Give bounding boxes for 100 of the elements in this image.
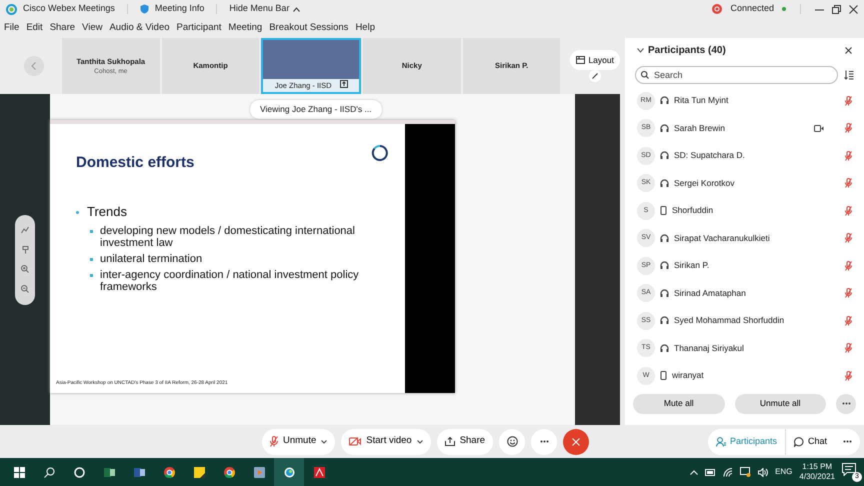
more-button[interactable] xyxy=(836,394,856,414)
start-video-button[interactable]: Start video xyxy=(341,428,431,454)
close-icon xyxy=(572,438,580,446)
annotate-icon[interactable] xyxy=(21,226,29,234)
clock-time[interactable]: 1:15 PM xyxy=(802,462,832,472)
network-icon[interactable] xyxy=(740,467,752,477)
close-icon[interactable] xyxy=(849,4,858,14)
pdf-app-icon xyxy=(314,466,324,478)
meeting-app-icon xyxy=(284,466,294,478)
mic-off-icon[interactable] xyxy=(845,178,852,188)
mic-off-icon[interactable] xyxy=(845,233,852,244)
unmute-button[interactable]: Unmute xyxy=(262,428,336,454)
participant-name: Sirapat Vacharanukulkieti xyxy=(674,232,771,245)
panel-button[interactable]: Unmute all xyxy=(734,394,826,414)
bullet-icon xyxy=(76,210,79,214)
document-app-icon xyxy=(134,466,144,478)
menu-item[interactable]: File xyxy=(4,20,20,36)
viewing-label: Viewing Joe Zhang - IISD's ... xyxy=(250,100,382,119)
participant-name: Sirinad Amataphan xyxy=(674,286,747,300)
smiley-icon xyxy=(506,436,518,447)
browser-icon xyxy=(224,466,234,478)
mic-off-icon[interactable] xyxy=(845,96,852,106)
connection-status: Connected xyxy=(730,2,774,16)
language-indicator[interactable]: ENG xyxy=(775,466,792,478)
headset-icon xyxy=(660,288,669,298)
participant-name: Rita Tun Myint xyxy=(674,94,730,108)
mic-off-icon[interactable] xyxy=(845,260,852,271)
menu-item[interactable]: View xyxy=(82,20,102,36)
layout-button[interactable]: Layout xyxy=(570,50,620,70)
shield-icon[interactable] xyxy=(140,4,149,14)
headset-icon xyxy=(660,124,669,133)
menu-item[interactable]: Breakout Sessions xyxy=(269,20,348,36)
sort-icon[interactable] xyxy=(844,70,854,80)
participant-name: Sarah Brewin xyxy=(674,122,726,135)
panel-button[interactable]: Mute all xyxy=(633,394,724,414)
chat-tab[interactable]: Chat xyxy=(786,428,835,454)
mic-off-icon[interactable] xyxy=(845,150,852,161)
mic-off-icon[interactable] xyxy=(845,343,852,354)
browser-icon xyxy=(164,466,174,478)
headset-icon xyxy=(660,261,669,270)
zoom-out-icon[interactable] xyxy=(21,284,29,293)
logo-icon xyxy=(6,4,17,14)
leave-meeting-button[interactable] xyxy=(563,428,590,454)
participants-tab[interactable]: Participants xyxy=(708,428,786,454)
status-dot-icon xyxy=(782,7,786,11)
phone-icon xyxy=(660,206,667,216)
loading-icon xyxy=(371,144,389,162)
mic-off-icon[interactable] xyxy=(845,370,852,381)
mic-off-icon[interactable] xyxy=(845,316,852,326)
headset-icon xyxy=(660,151,669,160)
notification-icon[interactable] xyxy=(842,463,856,476)
headset-icon xyxy=(660,96,669,106)
more-icon xyxy=(540,440,549,443)
menu-item[interactable]: Share xyxy=(50,20,76,36)
menu-item[interactable]: Audio & Video xyxy=(109,20,170,36)
pencil-icon xyxy=(592,73,598,79)
wifi-icon[interactable] xyxy=(723,468,734,476)
person-icon xyxy=(716,436,726,446)
hide-menu-bar-button[interactable]: Hide Menu Bar xyxy=(229,2,300,16)
edit-button[interactable] xyxy=(589,70,602,82)
zoom-in-icon[interactable] xyxy=(21,265,29,274)
chevron-left-icon xyxy=(31,62,36,70)
chevron-up-icon xyxy=(293,6,300,12)
search-icon xyxy=(641,71,649,79)
layout-icon xyxy=(576,56,586,64)
circle-icon xyxy=(74,466,84,478)
participant-name: wiranyat xyxy=(672,369,705,382)
windows-logo-icon xyxy=(14,466,24,478)
share-icon xyxy=(444,437,455,446)
bullet-icon xyxy=(90,274,93,277)
pin-icon[interactable] xyxy=(22,246,28,254)
volume-icon[interactable] xyxy=(758,468,768,476)
menu-item[interactable]: Edit xyxy=(26,20,43,36)
mic-off-icon[interactable] xyxy=(845,206,852,216)
menu-item[interactable]: Help xyxy=(355,20,375,36)
battery-icon[interactable] xyxy=(705,468,716,476)
clock-date[interactable]: 4/30/2021 xyxy=(799,472,835,482)
close-icon[interactable] xyxy=(845,47,852,54)
panel-title: Participants (40) xyxy=(648,44,726,58)
record-icon xyxy=(712,4,722,14)
menu-item[interactable]: Participant xyxy=(176,20,222,36)
mic-off-icon xyxy=(270,436,278,447)
headset-icon xyxy=(660,316,669,326)
participant-name: Sergei Korotkov xyxy=(674,176,736,190)
participant-name: Thananaj Siriyakul xyxy=(674,342,745,355)
menu-item[interactable]: Meeting xyxy=(228,20,262,36)
taskbar-button[interactable] xyxy=(274,458,304,486)
mic-off-icon[interactable] xyxy=(845,288,852,298)
reactions-button[interactable] xyxy=(499,428,526,454)
phone-icon xyxy=(660,371,667,380)
caret-icon xyxy=(416,440,423,444)
chevron-down-icon[interactable] xyxy=(637,48,644,53)
chevron-up-icon[interactable] xyxy=(690,470,698,474)
meeting-info-link[interactable]: Meeting Info xyxy=(154,2,204,16)
search-field[interactable]: Search xyxy=(635,66,838,84)
share-button[interactable]: Share xyxy=(436,428,494,454)
participant-name: SD: Supatchara D. xyxy=(674,149,746,162)
restore-icon[interactable] xyxy=(832,4,841,14)
bullet-icon xyxy=(90,258,93,262)
mic-off-icon[interactable] xyxy=(845,123,852,134)
